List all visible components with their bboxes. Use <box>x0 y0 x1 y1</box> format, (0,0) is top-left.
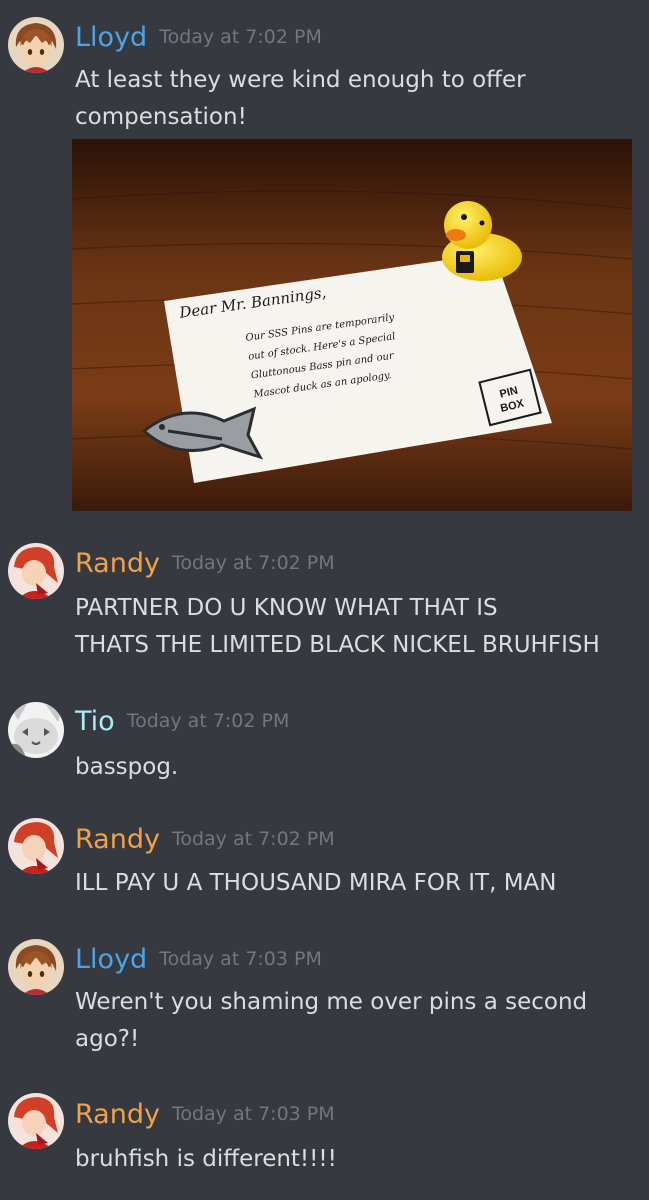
message-line: ILL PAY U A THOUSAND MIRA FOR IT, MAN <box>75 870 557 896</box>
timestamp: Today at 7:02 PM <box>126 710 290 732</box>
timestamp: Today at 7:02 PM <box>159 26 322 48</box>
attachment-photo: Dear Mr. Bannings, Our SSS Pins are temp… <box>72 139 632 511</box>
timestamp: Today at 7:02 PM <box>171 828 335 850</box>
author-name[interactable]: Tio <box>75 706 115 737</box>
avatar-lloyd[interactable] <box>8 939 64 995</box>
message-line: Weren't you shaming me over pins a secon… <box>75 989 588 1015</box>
author-name[interactable]: Lloyd <box>75 944 147 975</box>
author-name[interactable]: Lloyd <box>75 22 147 53</box>
timestamp: Today at 7:03 PM <box>159 948 322 970</box>
message-content: PARTNER DO U KNOW WHAT THAT IS THATS THE… <box>75 590 649 664</box>
message-line: THATS THE LIMITED BLACK NICKEL BRUHFISH <box>75 632 600 658</box>
message-line: compensation! <box>75 104 247 130</box>
message: Tio Today at 7:02 PM basspog. <box>0 700 649 800</box>
message-line: ago?! <box>75 1026 140 1052</box>
author-name[interactable]: Randy <box>75 1099 160 1130</box>
avatar-randy[interactable] <box>8 818 64 874</box>
message-content: At least they were kind enough to offer … <box>75 62 640 136</box>
message-content: basspog. <box>75 749 640 786</box>
avatar-lloyd[interactable] <box>8 17 64 73</box>
timestamp: Today at 7:03 PM <box>171 1103 335 1125</box>
message: Randy Today at 7:02 PM PARTNER DO U KNOW … <box>0 540 649 670</box>
message-line: PARTNER DO U KNOW WHAT THAT IS <box>75 595 498 621</box>
message-content: ILL PAY U A THOUSAND MIRA FOR IT, MAN <box>75 865 640 902</box>
message-line: basspog. <box>75 754 179 780</box>
timestamp: Today at 7:02 PM <box>171 552 335 574</box>
message: Randy Today at 7:03 PM bruhfish is differ… <box>0 1090 649 1190</box>
message: Lloyd Today at 7:03 PM Weren't you shamin… <box>0 930 649 1060</box>
image-attachment[interactable]: Dear Mr. Bannings, Our SSS Pins are temp… <box>72 139 632 511</box>
message-content: bruhfish is different!!!! <box>75 1141 640 1178</box>
message-line: bruhfish is different!!!! <box>75 1146 337 1172</box>
message: Randy Today at 7:02 PM ILL PAY U A THOUSA… <box>0 815 649 915</box>
message: Lloyd Today at 7:02 PM At least they were… <box>0 0 649 520</box>
avatar-randy[interactable] <box>8 543 64 599</box>
message-line: At least they were kind enough to offer <box>75 67 526 93</box>
author-name[interactable]: Randy <box>75 548 160 579</box>
message-content: Weren't you shaming me over pins a secon… <box>75 984 640 1058</box>
author-name[interactable]: Randy <box>75 824 160 855</box>
avatar-tio[interactable] <box>8 702 64 758</box>
avatar-randy[interactable] <box>8 1093 64 1149</box>
